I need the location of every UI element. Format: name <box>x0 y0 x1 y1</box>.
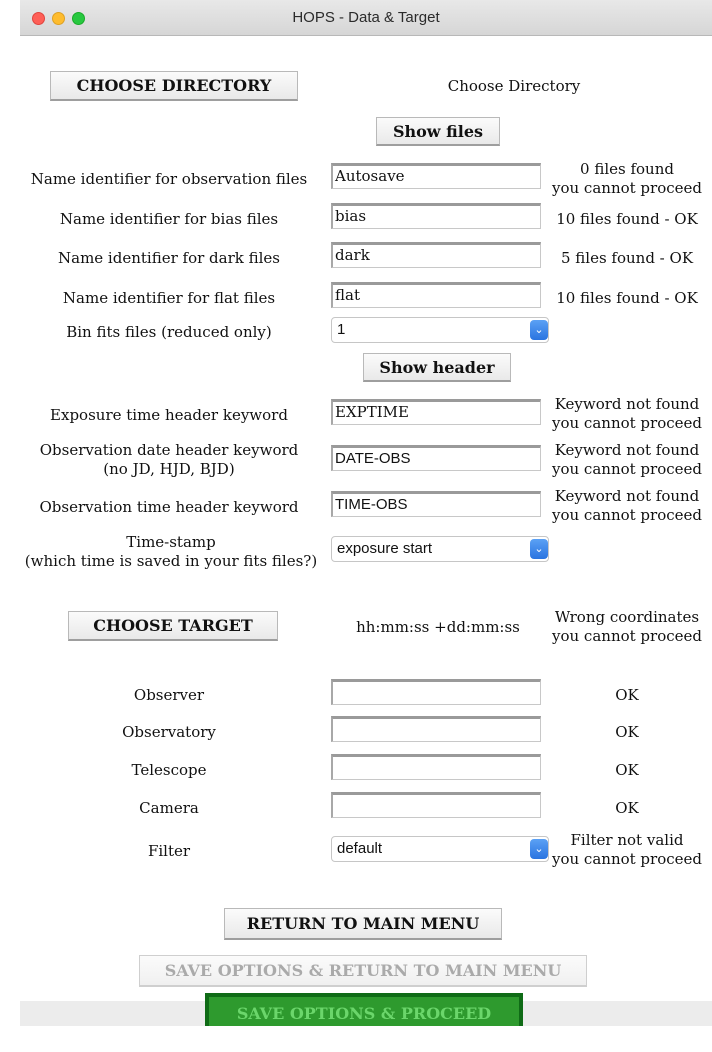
telescope-status: OK <box>615 761 639 779</box>
exposure-keyword-input[interactable]: EXPTIME <box>331 399 541 425</box>
chevron-down-icon[interactable]: ⌄ <box>530 839 548 859</box>
choose-target-button[interactable]: CHOOSE TARGET <box>68 611 278 641</box>
telescope-label: Telescope <box>131 761 207 779</box>
timestamp-label: Time-stamp (which time is saved in your … <box>20 533 322 571</box>
observation-files-status-line1: 0 files found <box>580 160 674 178</box>
observatory-status: OK <box>615 723 639 741</box>
show-files-button[interactable]: Show files <box>376 117 500 146</box>
chevron-down-icon[interactable]: ⌄ <box>530 539 548 559</box>
date-keyword-status-line2: you cannot proceed <box>552 460 702 478</box>
chevron-down-icon[interactable]: ⌄ <box>530 320 548 340</box>
exposure-keyword-status-line2: you cannot proceed <box>552 414 702 432</box>
time-keyword-status: Keyword not found you cannot proceed <box>549 487 705 525</box>
observer-input[interactable] <box>331 679 541 705</box>
exposure-keyword-status-line1: Keyword not found <box>554 395 700 413</box>
time-keyword-label: Observation time header keyword <box>39 498 299 516</box>
show-header-button[interactable]: Show header <box>363 353 511 382</box>
time-keyword-input[interactable]: TIME-OBS <box>331 491 541 517</box>
timestamp-label-line1: Time-stamp <box>126 533 216 551</box>
observation-files-status: 0 files found you cannot proceed <box>549 160 705 198</box>
bias-files-status: 10 files found - OK <box>556 210 698 228</box>
dark-files-input[interactable]: dark <box>331 242 541 268</box>
target-status: Wrong coordinates you cannot proceed <box>549 608 705 646</box>
exposure-keyword-status: Keyword not found you cannot proceed <box>549 395 705 433</box>
filter-select[interactable]: default ⌄ <box>331 836 549 862</box>
choose-directory-button[interactable]: CHOOSE DIRECTORY <box>50 71 298 101</box>
observation-files-status-line2: you cannot proceed <box>552 179 702 197</box>
timestamp-label-line2: (which time is saved in your fits files?… <box>24 552 318 570</box>
bias-files-label: Name identifier for bias files <box>59 210 279 228</box>
bias-files-input[interactable]: bias <box>331 203 541 229</box>
date-keyword-label: Observation date header keyword (no JD, … <box>24 441 314 479</box>
data-target-panel: CHOOSE DIRECTORY Choose Directory Show f… <box>20 36 712 1001</box>
return-to-main-menu-button[interactable]: RETURN TO MAIN MENU <box>224 908 502 940</box>
timestamp-select[interactable]: exposure start ⌄ <box>331 536 549 562</box>
date-keyword-label-line2: (no JD, HJD, BJD) <box>103 460 235 478</box>
save-and-proceed-button[interactable]: SAVE OPTIONS & PROCEED <box>205 993 523 1026</box>
camera-input[interactable] <box>331 792 541 818</box>
flat-files-input[interactable]: flat <box>331 282 541 308</box>
exposure-keyword-label: Exposure time header keyword <box>50 406 288 424</box>
observer-status: OK <box>615 686 639 704</box>
target-coordinates-format: hh:mm:ss +dd:mm:ss <box>356 618 520 636</box>
hops-window: HOPS - Data & Target CHOOSE DIRECTORY Ch… <box>20 0 712 1026</box>
observatory-label: Observatory <box>122 723 216 741</box>
date-keyword-status-line1: Keyword not found <box>554 441 700 459</box>
bin-fits-value: 1 <box>337 321 346 338</box>
bin-fits-select[interactable]: 1 ⌄ <box>331 317 549 343</box>
observation-files-label: Name identifier for observation files <box>30 170 308 188</box>
directory-path-label: Choose Directory <box>447 77 581 95</box>
target-status-line1: Wrong coordinates <box>554 608 700 626</box>
date-keyword-status: Keyword not found you cannot proceed <box>549 441 705 479</box>
time-keyword-status-line2: you cannot proceed <box>552 506 702 524</box>
observatory-input[interactable] <box>331 716 541 742</box>
observer-label: Observer <box>133 686 205 704</box>
timestamp-value: exposure start <box>337 540 433 557</box>
time-keyword-status-line1: Keyword not found <box>554 487 700 505</box>
dark-files-label: Name identifier for dark files <box>58 249 280 267</box>
flat-files-status: 10 files found - OK <box>556 289 698 307</box>
filter-value: default <box>337 840 383 857</box>
camera-label: Camera <box>139 799 199 817</box>
camera-status: OK <box>615 799 639 817</box>
date-keyword-label-line1: Observation date header keyword <box>39 441 299 459</box>
title-bar: HOPS - Data & Target <box>20 0 712 36</box>
dark-files-status: 5 files found - OK <box>560 249 694 267</box>
date-keyword-input[interactable]: DATE-OBS <box>331 445 541 471</box>
filter-status-line2: you cannot proceed <box>552 850 702 868</box>
filter-status-line1: Filter not valid <box>570 831 684 849</box>
save-and-return-button[interactable]: SAVE OPTIONS & RETURN TO MAIN MENU <box>139 955 587 987</box>
filter-status: Filter not valid you cannot proceed <box>549 831 705 869</box>
bin-fits-label: Bin fits files (reduced only) <box>66 323 272 341</box>
filter-label: Filter <box>147 842 191 860</box>
target-status-line2: you cannot proceed <box>552 627 702 645</box>
flat-files-label: Name identifier for flat files <box>62 289 276 307</box>
telescope-input[interactable] <box>331 754 541 780</box>
window-title: HOPS - Data & Target <box>292 9 440 26</box>
observation-files-input[interactable]: Autosave <box>331 163 541 189</box>
